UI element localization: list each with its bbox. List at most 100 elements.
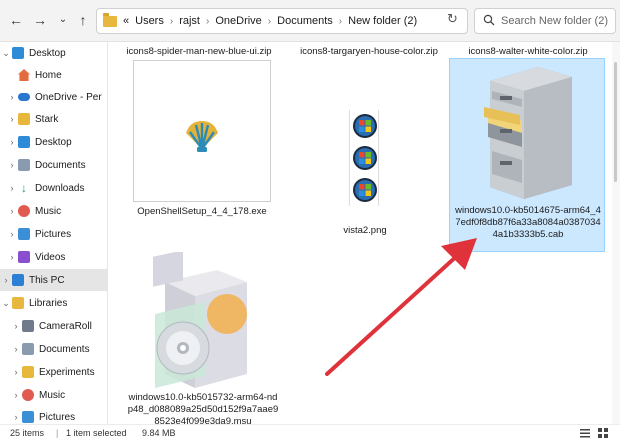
search-input[interactable] (501, 13, 611, 29)
refresh-icon[interactable]: ↻ (447, 11, 458, 27)
sidebar-item-label: Desktop (35, 136, 72, 148)
sidebar-item-downloads[interactable]: › ↓ Downloads (0, 177, 107, 199)
sidebar-item-label: Desktop (29, 47, 66, 59)
file-name: windows10.0-kb5015732-arm64-ndp48_d08808… (127, 392, 279, 424)
chevron-right-icon[interactable]: › (6, 114, 18, 124)
chevron-down-icon[interactable]: ⌄ (0, 48, 12, 59)
sidebar-item-label: Documents (39, 343, 90, 355)
breadcrumb-rajst[interactable]: rajst (179, 15, 200, 27)
recent-locations-icon[interactable]: ⌄ (55, 12, 71, 28)
file-name: icons8-targaryen-house-color.zip (300, 46, 438, 57)
music-icon (18, 205, 30, 217)
chevron-right-icon[interactable]: › (268, 16, 271, 27)
folder-icon (103, 12, 117, 27)
status-bar: 25 items | 1 item selected 9.84 MB (0, 424, 620, 440)
file-tile-openshell[interactable]: OpenShellSetup_4_4_178.exe (129, 60, 275, 230)
chevron-right-icon[interactable]: › (6, 206, 18, 216)
sidebar-item-label: Pictures (39, 411, 76, 423)
sidebar-item-label: Videos (35, 251, 66, 263)
pictures-icon (22, 411, 34, 423)
file-tile[interactable]: icons8-targaryen-house-color.zip (289, 42, 449, 60)
file-name: icons8-walter-white-color.zip (468, 46, 588, 57)
sidebar-item-videos[interactable]: › Videos (0, 246, 107, 268)
chevron-right-icon[interactable]: › (339, 16, 342, 27)
selection-size: 9.84 MB (142, 428, 176, 438)
sidebar-item-label: Libraries (29, 297, 68, 309)
chevron-right-icon[interactable]: › (206, 16, 209, 27)
chevron-right-icon[interactable]: › (6, 92, 18, 102)
chevron-right-icon[interactable]: › (0, 275, 12, 285)
breadcrumb-overflow[interactable]: « (123, 15, 129, 27)
chevron-down-icon[interactable]: ⌄ (0, 298, 12, 309)
chevron-right-icon[interactable]: › (6, 137, 18, 147)
breadcrumb-new-folder[interactable]: New folder (2) (348, 15, 417, 27)
sidebar-item-onedrive[interactable]: › OneDrive - Per (0, 86, 107, 108)
breadcrumb-users[interactable]: Users (135, 15, 164, 27)
home-icon (18, 69, 30, 81)
chevron-right-icon[interactable]: › (6, 252, 18, 262)
shell-icon (186, 121, 218, 152)
sidebar-item-music[interactable]: › Music (0, 200, 107, 222)
sidebar-item-label: Home (35, 69, 62, 81)
details-view-icon[interactable] (580, 428, 590, 438)
sidebar-item-library-documents[interactable]: › Documents (0, 338, 107, 360)
sidebar-item-cameraroll[interactable]: › CameraRoll (0, 315, 107, 337)
sidebar-item-label: This PC (29, 274, 65, 286)
forward-icon[interactable]: → (32, 12, 48, 28)
sidebar-item-stark[interactable]: › Stark (0, 108, 107, 130)
chevron-right-icon[interactable]: › (10, 367, 22, 377)
file-view: icons8-spider-man-new-blue-ui.zip icons8… (109, 42, 612, 424)
sidebar-item-experiments[interactable]: › Experiments (0, 361, 107, 383)
up-icon[interactable]: ↑ (75, 12, 91, 28)
scrollbar-thumb[interactable] (614, 62, 617, 182)
sidebar-item-home[interactable]: Home (0, 64, 107, 86)
chevron-right-icon[interactable]: › (10, 344, 22, 354)
documents-icon (18, 159, 30, 171)
file-tile-msu[interactable]: windows10.0-kb5015732-arm64-ndp48_d08808… (127, 248, 279, 424)
sidebar-item-desktop-2[interactable]: › Desktop (0, 131, 107, 153)
sidebar-item-library-pictures[interactable]: › Pictures (0, 406, 107, 424)
chevron-right-icon[interactable]: › (170, 16, 173, 27)
sidebar-item-documents[interactable]: › Documents (0, 154, 107, 176)
sidebar-item-label: CameraRoll (39, 320, 92, 332)
address-bar[interactable]: « Users › rajst › OneDrive › Documents ›… (96, 8, 525, 34)
file-tile[interactable]: icons8-spider-man-new-blue-ui.zip (119, 42, 279, 60)
videos-icon (18, 251, 30, 263)
sidebar-item-label: Downloads (35, 182, 85, 194)
windows-orb-icon (353, 114, 377, 202)
chevron-right-icon[interactable]: › (6, 160, 18, 170)
large-icons-view-icon[interactable] (598, 428, 608, 438)
chevron-right-icon[interactable]: › (6, 229, 18, 239)
chevron-right-icon[interactable]: › (10, 412, 22, 422)
chevron-right-icon[interactable]: › (10, 321, 22, 331)
breadcrumb-documents[interactable]: Documents (277, 15, 333, 27)
sidebar-item-label: OneDrive - Per (35, 91, 102, 103)
sidebar-item-desktop[interactable]: ⌄ Desktop (0, 42, 107, 64)
sidebar-item-label: Stark (35, 113, 59, 125)
sidebar-item-library-music[interactable]: › Music (0, 384, 107, 406)
sidebar-item-label: Music (39, 389, 66, 401)
thumbnail-frame (349, 110, 379, 206)
separator: | (56, 428, 59, 438)
sidebar-item-pictures[interactable]: › Pictures (0, 223, 107, 245)
sidebar-item-this-pc[interactable]: › This PC (0, 269, 107, 291)
file-tile-cab-selected[interactable]: windows10.0-kb5014675-arm64_47edf0f8db87… (449, 58, 605, 252)
pc-icon (12, 274, 24, 286)
sidebar-item-label: Music (35, 205, 62, 217)
file-name: icons8-spider-man-new-blue-ui.zip (126, 46, 272, 57)
file-tile-vista[interactable]: vista2.png (295, 60, 435, 236)
folder-icon (18, 113, 30, 125)
chevron-right-icon[interactable]: › (10, 390, 22, 400)
music-icon (22, 389, 34, 401)
desktop-icon (12, 47, 24, 59)
search-icon (483, 14, 495, 26)
chevron-right-icon[interactable]: › (6, 183, 18, 193)
search-box[interactable] (474, 8, 616, 34)
installer-package-icon (153, 252, 247, 388)
breadcrumb-onedrive[interactable]: OneDrive (215, 15, 261, 27)
back-icon[interactable]: ← (8, 12, 24, 28)
download-icon: ↓ (21, 181, 27, 195)
file-explorer-window: ← → ⌄ ↑ « Users › rajst › OneDrive › Doc… (0, 0, 620, 440)
sidebar-item-libraries[interactable]: ⌄ Libraries (0, 292, 107, 314)
vertical-scrollbar[interactable] (612, 42, 620, 424)
